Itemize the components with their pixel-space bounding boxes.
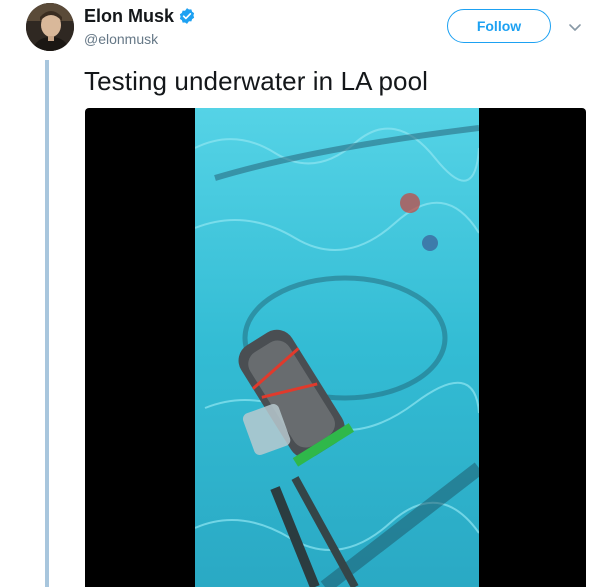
underwater-video-frame	[195, 108, 479, 587]
avatar[interactable]	[26, 3, 74, 51]
profile-photo-icon	[26, 3, 74, 51]
follow-button[interactable]: Follow	[447, 9, 551, 43]
chevron-down-icon[interactable]	[568, 20, 582, 31]
author-handle[interactable]: @elonmusk	[84, 31, 158, 47]
author-display-name[interactable]: Elon Musk	[84, 6, 174, 26]
tweet-card: Elon Musk @elonmusk Follow Testing under…	[0, 0, 610, 587]
verified-badge-icon	[178, 7, 196, 25]
tweet-video[interactable]	[85, 108, 586, 587]
tweet-text: Testing underwater in LA pool	[84, 66, 429, 96]
thread-line	[45, 60, 49, 587]
author-name-row: Elon Musk	[84, 6, 196, 26]
